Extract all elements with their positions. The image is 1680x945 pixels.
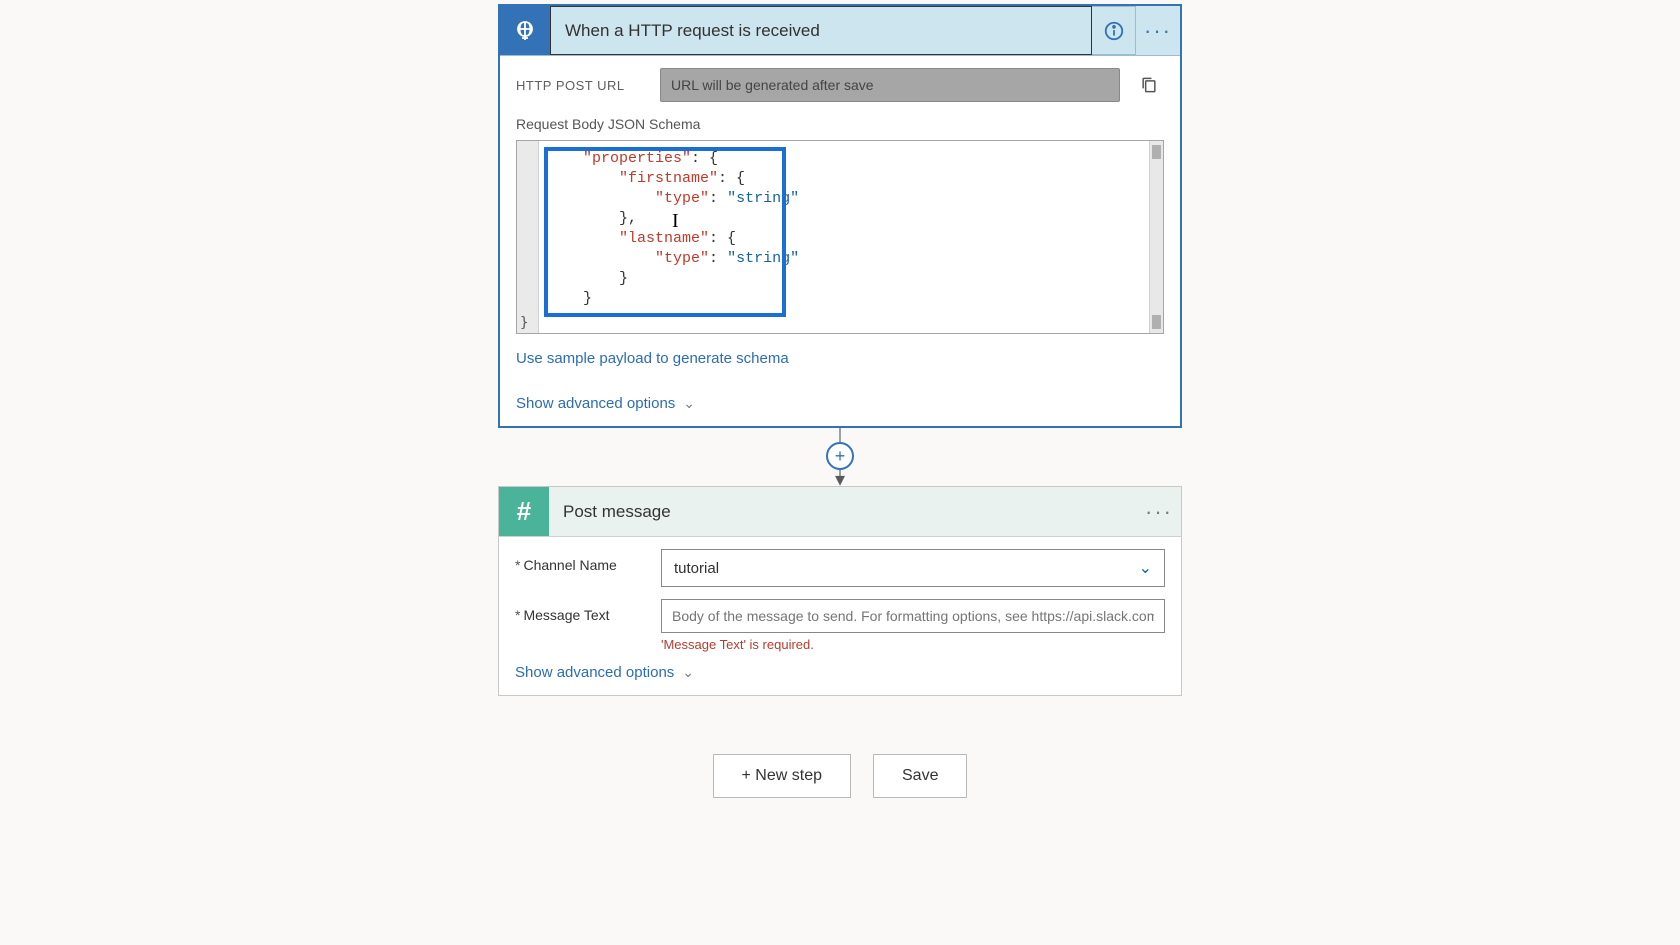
chevron-down-icon: ⌄ — [682, 664, 694, 681]
post-message-header[interactable]: # Post message ··· — [499, 487, 1181, 537]
editor-gutter: } — [517, 141, 539, 333]
trigger-menu-icon[interactable]: ··· — [1136, 6, 1180, 55]
connector: + ▾ — [498, 428, 1182, 486]
channel-name-value: tutorial — [674, 560, 719, 577]
http-post-url-label: HTTP POST URL — [516, 78, 646, 93]
json-code-area[interactable]: "properties": { "firstname": { "type": "… — [539, 141, 1149, 333]
post-message-menu-icon[interactable]: ··· — [1137, 487, 1181, 536]
request-body-schema-label: Request Body JSON Schema — [516, 116, 1164, 132]
channel-name-select[interactable]: tutorial ⌄ — [661, 549, 1165, 587]
editor-scrollbar[interactable] — [1149, 141, 1163, 333]
http-globe-icon — [500, 6, 550, 55]
add-step-button[interactable]: + — [826, 442, 854, 470]
message-text-error: 'Message Text' is required. — [661, 637, 1165, 652]
trigger-header[interactable]: When a HTTP request is received ··· — [500, 6, 1180, 56]
http-post-url-field: URL will be generated after save — [660, 68, 1120, 102]
chevron-down-icon: ⌄ — [683, 395, 695, 412]
json-schema-editor[interactable]: } "properties": { "firstname": { "type":… — [516, 140, 1164, 334]
footer-actions: + New step Save — [498, 754, 1182, 798]
advanced-label: Show advanced options — [516, 395, 675, 412]
save-button[interactable]: Save — [873, 754, 967, 798]
chevron-down-icon: ⌄ — [1139, 558, 1152, 578]
trigger-show-advanced[interactable]: Show advanced options ⌄ — [516, 395, 1164, 412]
post-message-title: Post message — [549, 487, 1137, 536]
post-message-card: # Post message ··· *Channel Name tutoria… — [498, 486, 1182, 696]
channel-name-label: *Channel Name — [515, 549, 661, 573]
copy-url-icon[interactable] — [1134, 74, 1164, 96]
message-text-input[interactable] — [661, 599, 1165, 633]
http-trigger-card: When a HTTP request is received ··· HTTP… — [498, 4, 1182, 428]
advanced-label: Show advanced options — [515, 664, 674, 681]
arrow-down-icon: ▾ — [835, 474, 845, 486]
slack-show-advanced[interactable]: Show advanced options ⌄ — [515, 664, 1165, 681]
new-step-button[interactable]: + New step — [713, 754, 851, 798]
slack-hash-icon: # — [499, 487, 549, 536]
info-icon[interactable] — [1092, 6, 1136, 55]
use-sample-payload-link[interactable]: Use sample payload to generate schema — [516, 350, 1164, 367]
message-text-label: *Message Text — [515, 599, 661, 623]
trigger-title: When a HTTP request is received — [550, 6, 1092, 55]
